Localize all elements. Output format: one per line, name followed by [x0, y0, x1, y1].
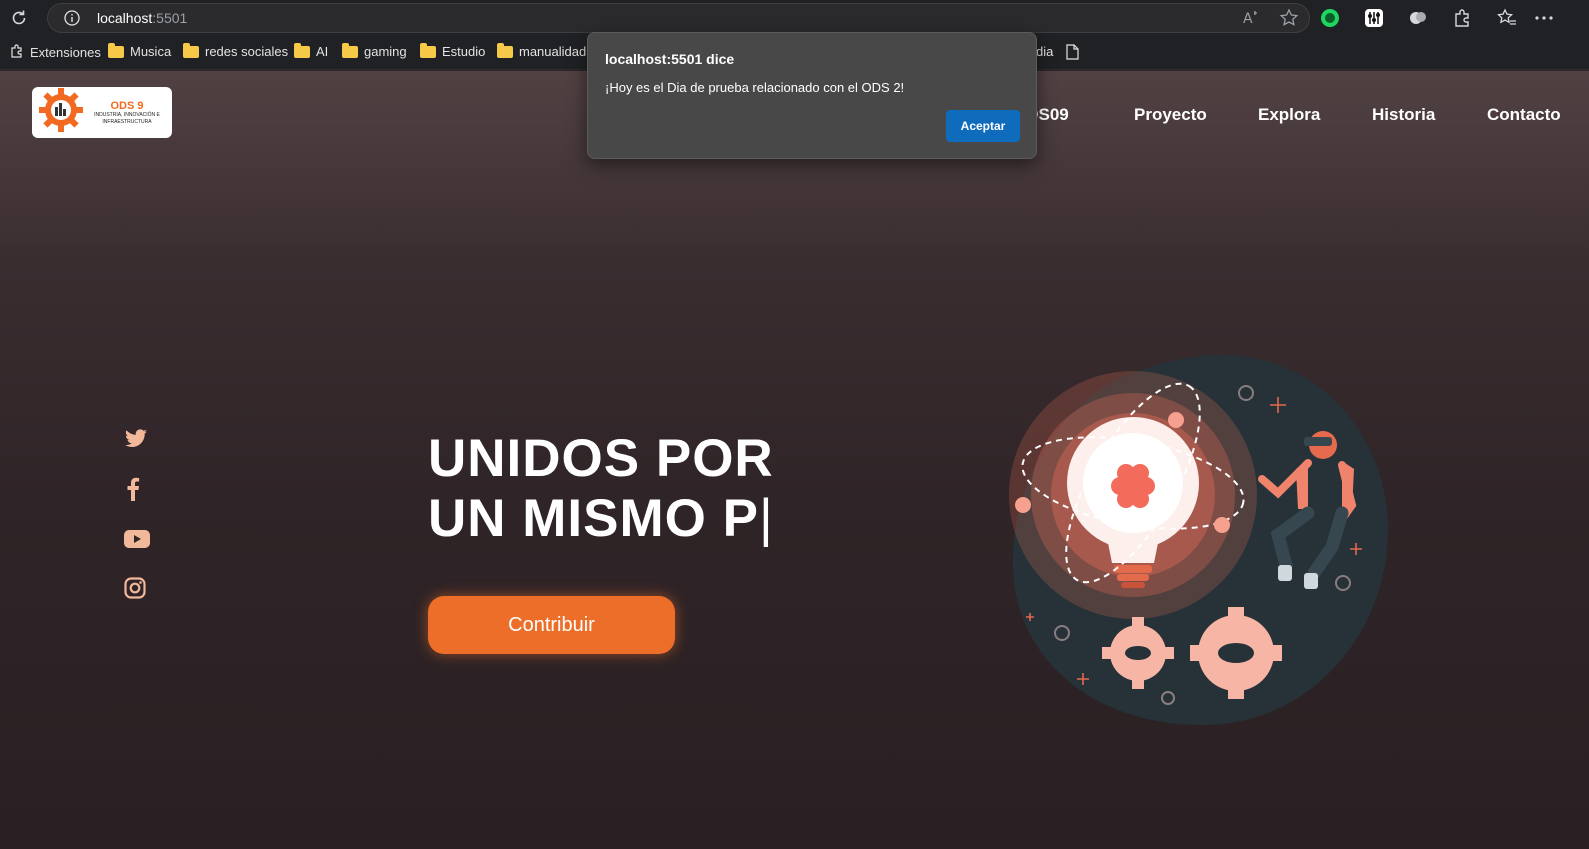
site-logo[interactable]: ODS 9 INDUSTRIA, INNOVACIÓN E INFRAESTRU…: [32, 87, 172, 138]
site-info-icon[interactable]: [64, 10, 80, 31]
dialog-title: localhost:5501 dice: [605, 51, 735, 67]
folder-icon: [497, 42, 513, 58]
read-aloud-icon[interactable]: A: [1241, 8, 1261, 33]
youtube-icon[interactable]: [124, 529, 150, 554]
url-text: localhost:5501: [97, 10, 188, 26]
page-viewport: ODS 9 INDUSTRIA, INNOVACIÓN E INFRAESTRU…: [0, 71, 1589, 849]
extensions-puzzle-icon[interactable]: [1452, 8, 1472, 28]
aceptar-button[interactable]: Aceptar: [946, 110, 1020, 142]
nav-contacto[interactable]: Contacto: [1487, 105, 1561, 125]
typing-cursor: |: [758, 489, 774, 548]
spotify-extension-icon[interactable]: [1320, 8, 1340, 28]
reload-icon[interactable]: [8, 7, 30, 29]
logo-subtitle: INFRAESTRUCTURA: [102, 118, 152, 125]
folder-icon: [183, 42, 199, 58]
bookmark-redes-sociales[interactable]: redes sociales: [183, 42, 288, 59]
nav-historia[interactable]: Historia: [1372, 105, 1435, 125]
puzzle-icon: [10, 44, 24, 61]
nav-proyecto[interactable]: Proyecto: [1134, 105, 1207, 125]
bookmark-ai[interactable]: AI: [294, 42, 328, 59]
nav-explora[interactable]: Explora: [1258, 105, 1320, 125]
favorite-star-icon[interactable]: [1279, 8, 1299, 33]
hero-heading: UNIDOS POR UN MISMO P|: [428, 429, 774, 549]
instagram-icon[interactable]: [124, 577, 146, 604]
logo-title: ODS 9: [110, 99, 144, 112]
favorites-icon[interactable]: [1497, 8, 1517, 28]
bookmark-manualidad[interactable]: manualidad: [497, 42, 586, 59]
address-bar[interactable]: localhost:5501 A: [47, 3, 1310, 33]
hero-line-2: UN MISMO P|: [428, 489, 774, 548]
twitter-icon[interactable]: [124, 429, 148, 454]
extension-icon[interactable]: [1408, 8, 1428, 28]
bookmark-gaming[interactable]: gaming: [342, 42, 407, 59]
svg-text:A: A: [1243, 11, 1253, 27]
logo-subtitle: INDUSTRIA, INNOVACIÓN E: [94, 111, 160, 118]
folder-icon: [294, 42, 310, 58]
hero-line-1: UNIDOS POR: [428, 429, 774, 488]
folder-icon: [420, 42, 436, 58]
alert-dialog: localhost:5501 dice ¡Hoy es el Dia de pr…: [587, 32, 1037, 159]
browser-toolbar: localhost:5501 A: [0, 0, 1589, 36]
contribuir-button[interactable]: Contribuir: [428, 596, 675, 654]
folder-icon: [108, 42, 124, 58]
bookmark-extensiones[interactable]: Extensiones: [10, 44, 101, 61]
more-menu-icon[interactable]: [1534, 8, 1554, 28]
hero-illustration: [1008, 353, 1393, 738]
bookmark-page-icon[interactable]: [1066, 44, 1079, 60]
bookmark-musica[interactable]: Musica: [108, 42, 171, 59]
facebook-icon[interactable]: [126, 477, 140, 506]
gear-logo-icon: [38, 87, 84, 138]
folder-icon: [342, 42, 358, 58]
sliders-extension-icon[interactable]: [1364, 8, 1384, 28]
dialog-message: ¡Hoy es el Dia de prueba relacionado con…: [605, 80, 905, 95]
bookmark-estudio[interactable]: Estudio: [420, 42, 485, 59]
